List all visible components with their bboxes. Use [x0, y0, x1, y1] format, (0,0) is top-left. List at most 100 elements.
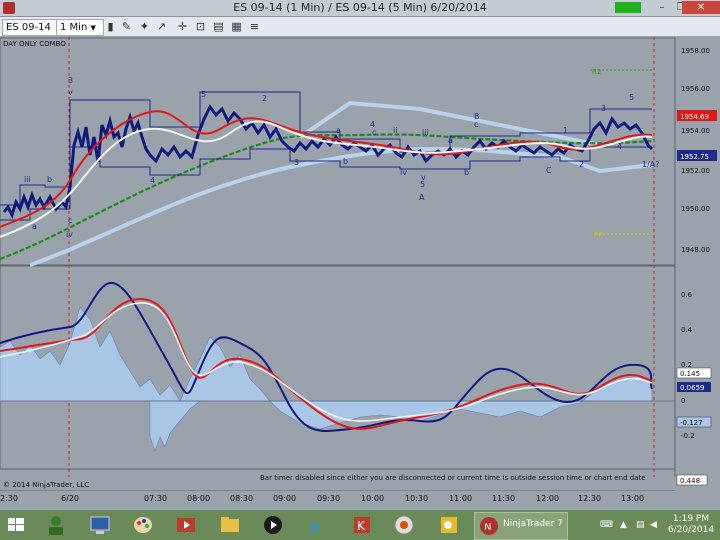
computer-icon[interactable] [88, 513, 122, 537]
wave-label: iii [24, 175, 31, 184]
dataseries-icon[interactable]: ≡ [248, 20, 261, 33]
crosshair-icon[interactable]: ✛ [176, 20, 189, 33]
wave-label: A [419, 193, 425, 202]
wave-label: b [47, 175, 52, 184]
wave-label: B [474, 112, 480, 121]
svg-text:N: N [484, 522, 491, 533]
time-tick: 10:30 [405, 494, 428, 503]
start-icon[interactable] [4, 513, 38, 537]
minimize-button[interactable]: – [652, 1, 672, 14]
time-tick: 6/20 [61, 494, 79, 503]
wave-label: b [464, 168, 469, 177]
price-panel [0, 37, 676, 266]
wave-label: a [336, 126, 341, 135]
chart-svg[interactable]: R2 PP 3 v iii b a c iv 4 5 2 3 4 b a c i… [0, 37, 720, 490]
time-tick: 10:00 [361, 494, 384, 503]
wave-label: a [448, 136, 453, 145]
bar-type-icon[interactable]: ▮ [104, 20, 117, 33]
outlook-icon[interactable] [437, 513, 471, 537]
clock-date: 6/20/2014 [667, 525, 715, 535]
close-button[interactable]: ✕ [682, 1, 720, 14]
price-tick: 1958.00 [681, 47, 710, 55]
chart-toolbar: ES 09-14 ▼ 1 Min ▼ ▮ ✎ ✦ ↗ ✛ ⊡ ▤ ▦ ≡ [0, 17, 720, 47]
interval-selector[interactable]: 1 Min ▼ [56, 19, 104, 36]
price-tick: 1956.00 [681, 85, 710, 93]
price-tick: 1954.00 [681, 127, 710, 135]
time-tick: 09:30 [317, 494, 340, 503]
indicator-marker-1-label: 0.145 [680, 370, 700, 378]
time-tick: 07:30 [144, 494, 167, 503]
window-title: ES 09-14 (1 Min) / ES 09-14 (5 Min) 6/20… [233, 1, 487, 14]
time-tick: 2:30 [0, 494, 18, 503]
folder-icon[interactable] [218, 513, 252, 537]
wave-label: 2 [579, 160, 584, 169]
drawing-tool-icon[interactable]: ✦ [138, 20, 151, 33]
wave-label: 1/A? [642, 160, 660, 169]
wave-label: 5 [629, 93, 634, 102]
clock-time: 1:19 PM [672, 514, 710, 524]
indicator-tick: 0.6 [681, 291, 693, 299]
ninjatrader-taskbar-button[interactable]: N NinjaTrader 7 [474, 512, 568, 540]
bottom-value-label: 0.448 [680, 477, 700, 485]
tray-volume-icon[interactable]: ◀ [650, 520, 657, 530]
taskbar: e K N NinjaTrader 7 ⌨ ▲ ▤ ◀ 1:19 PM 6/20… [0, 510, 720, 540]
price-tick: 1950.00 [681, 205, 710, 213]
session-template-label: DAY ONLY COMBO [3, 40, 66, 48]
wave-label: iv [66, 230, 73, 239]
wave-label: 3 [294, 158, 299, 167]
kaspersky-icon[interactable]: K [350, 513, 384, 537]
chevron-down-icon: ▼ [90, 24, 96, 32]
wave-label: 2 [262, 94, 267, 103]
wave-label: a [32, 222, 37, 231]
chart-style-icon[interactable]: ▦ [230, 20, 243, 33]
instrument-label: ES 09-14 [6, 22, 51, 33]
player-icon[interactable] [261, 513, 295, 537]
wave-label: ii [393, 126, 397, 135]
time-tick: 09:00 [273, 494, 296, 503]
r2-label: R2 [592, 68, 601, 76]
paint-icon[interactable] [131, 513, 165, 537]
close-price-label: 1952.75 [680, 153, 709, 161]
ninjatrader-label: NinjaTrader 7 [503, 519, 563, 529]
tray-keyboard-icon[interactable]: ⌨ [600, 520, 613, 530]
pointer-icon[interactable]: ↗ [155, 20, 168, 33]
time-tick: 08:00 [187, 494, 210, 503]
wave-label: 1 [563, 126, 568, 135]
wave-label: b [343, 157, 348, 166]
chart-area[interactable]: R2 PP 3 v iii b a c iv 4 5 2 3 4 b a c i… [0, 37, 720, 490]
ie-icon[interactable]: e [305, 513, 339, 537]
pencil-icon[interactable]: ✎ [120, 20, 133, 33]
indicator-marker-3-label: -0.127 [680, 419, 703, 427]
tray-network-icon[interactable]: ▤ [636, 520, 645, 530]
ninjatrader-icon: N [480, 517, 498, 535]
wave-label: c [474, 120, 478, 129]
price-tick: 1948.00 [681, 246, 710, 254]
wave-label: v [68, 88, 73, 97]
wave-label: C [546, 166, 552, 175]
pp-label: PP [594, 231, 602, 239]
media-icon[interactable] [174, 513, 208, 537]
wave-label: 5 [420, 180, 425, 189]
taskbar-clock[interactable]: 1:19 PM 6/20/2014 [664, 514, 718, 536]
wave-label: 5 [201, 90, 206, 99]
wave-label: iv [400, 168, 407, 177]
connection-status-box[interactable] [615, 2, 641, 13]
wave-label: 3 [601, 104, 606, 113]
time-tick: 12:00 [536, 494, 559, 503]
indicator-marker-2-label: 0.0659 [680, 384, 705, 392]
instrument-selector[interactable]: ES 09-14 ▼ [2, 19, 58, 47]
price-tick: 1952.00 [681, 167, 710, 175]
wave-label: 4 [617, 142, 622, 151]
tray-arrow-icon[interactable]: ▲ [620, 520, 627, 530]
properties-icon[interactable]: ▤ [212, 20, 225, 33]
time-tick: 08:30 [230, 494, 253, 503]
user-icon[interactable] [44, 513, 78, 537]
time-axis: 2:30 6/20 07:30 08:00 08:30 09:00 09:30 … [0, 490, 720, 510]
settings-icon[interactable] [392, 513, 426, 537]
svg-text:e: e [310, 516, 321, 537]
zoom-icon[interactable]: ⊡ [194, 20, 207, 33]
wave-label: 3 [68, 76, 73, 85]
bar-timer-message: Bar timer disabled since either you are … [260, 474, 646, 482]
wave-label: 4 [150, 176, 155, 185]
time-tick: 11:30 [492, 494, 515, 503]
